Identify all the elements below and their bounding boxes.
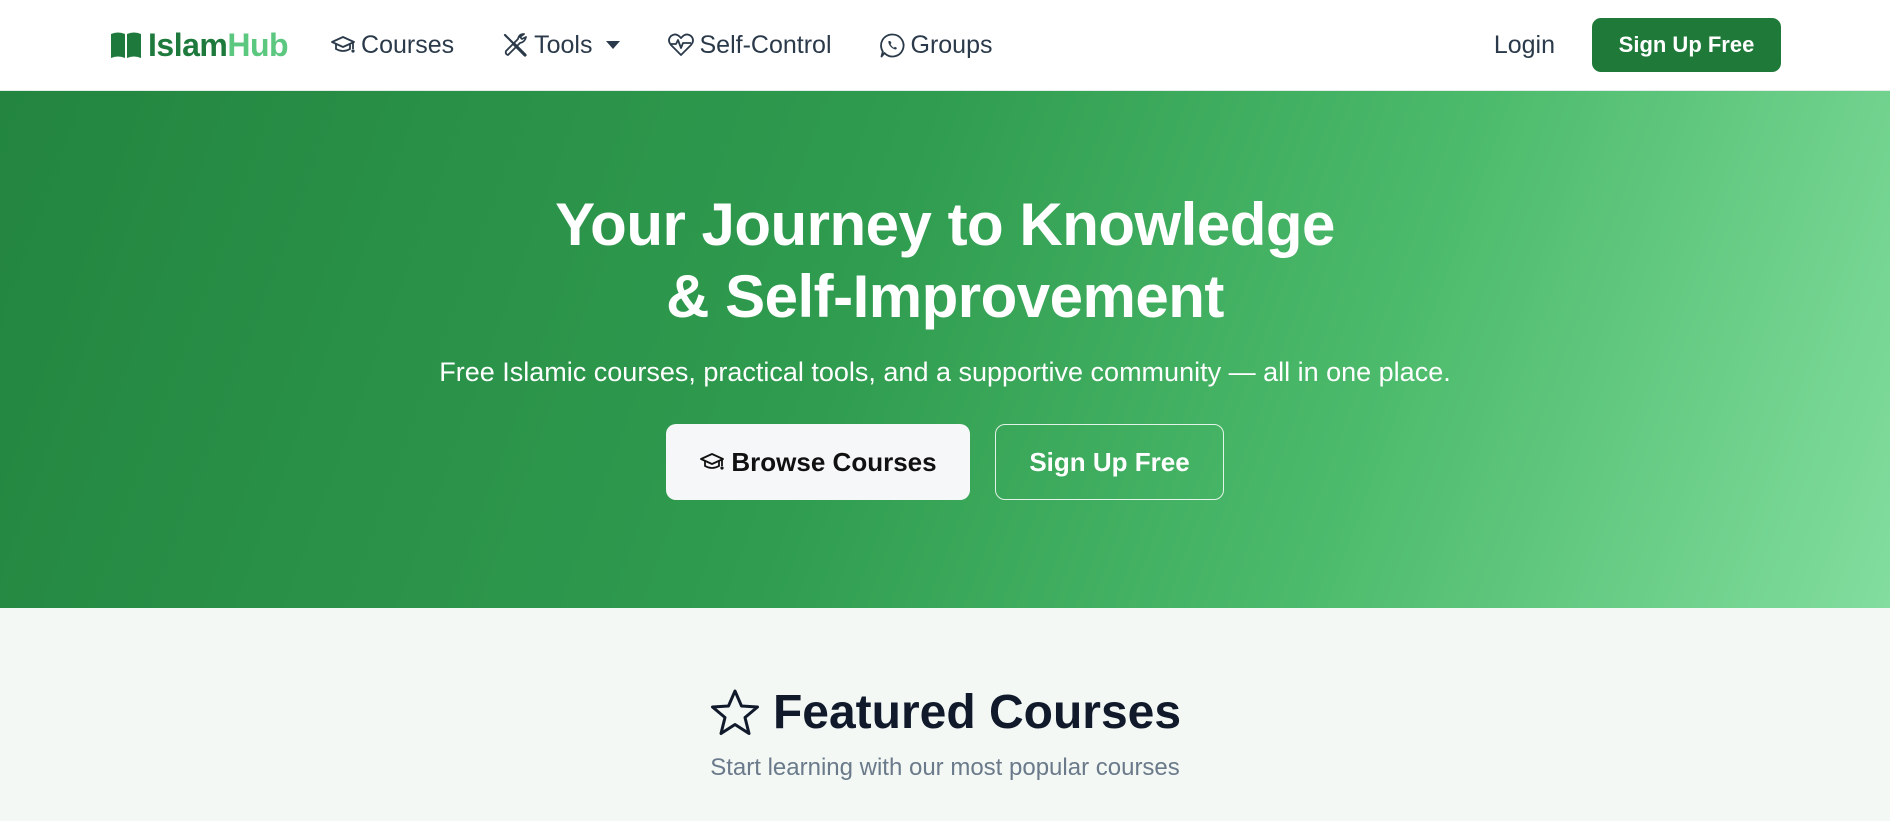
book-open-icon [111,32,141,58]
featured-courses-section: Featured Courses Start learning with our… [0,608,1890,782]
brand-name-part1: Islam [148,26,228,63]
nav-tools-dropdown[interactable]: Tools [501,30,620,60]
star-icon [710,689,759,735]
nav-actions: Login Sign Up Free [1494,18,1781,72]
brand-logo[interactable]: Islam Hub [109,26,289,64]
graduation-cap-icon [700,453,725,470]
tools-icon [504,33,528,57]
nav-signup-button[interactable]: Sign Up Free [1592,18,1781,72]
nav-tools-label: Tools [534,30,593,59]
featured-title-text: Featured Courses [772,686,1182,739]
hero-signup-button[interactable]: Sign Up Free [995,424,1224,500]
hero-title-line1: Your Journey to Knowledge [555,191,1335,258]
hero-title: Your Journey to Knowledge & Self-Improve… [555,189,1335,333]
nav-groups-link[interactable]: Groups [879,30,993,60]
nav-self-control-link[interactable]: Self-Control [667,31,832,60]
top-navbar: Islam Hub Courses Tools Self-Control Gro… [0,0,1890,91]
hero-title-line2: & Self-Improvement [666,263,1224,330]
chevron-down-icon [605,41,620,49]
hero-section: Your Journey to Knowledge & Self-Improve… [0,91,1890,608]
featured-title: Featured Courses [709,685,1181,740]
nav-courses-label: Courses [361,30,455,59]
brand-name-part2: Hub [227,26,289,63]
graduation-cap-icon [331,36,355,53]
nav-groups-label: Groups [910,30,993,59]
hero-subtitle: Free Islamic courses, practical tools, a… [439,357,1451,387]
browse-courses-label: Browse Courses [731,446,937,477]
featured-subtitle: Start learning with our most popular cou… [710,754,1180,781]
nav-self-control-label: Self-Control [699,30,832,59]
browse-courses-button[interactable]: Browse Courses [666,424,970,500]
nav-links: Courses Tools Self-Control Groups [330,31,1039,60]
hero-buttons: Browse Courses Sign Up Free [666,424,1224,500]
heart-pulse-icon [667,33,694,56]
login-link[interactable]: Login [1494,31,1555,60]
nav-courses-link[interactable]: Courses [330,31,454,60]
whatsapp-icon [879,33,904,57]
